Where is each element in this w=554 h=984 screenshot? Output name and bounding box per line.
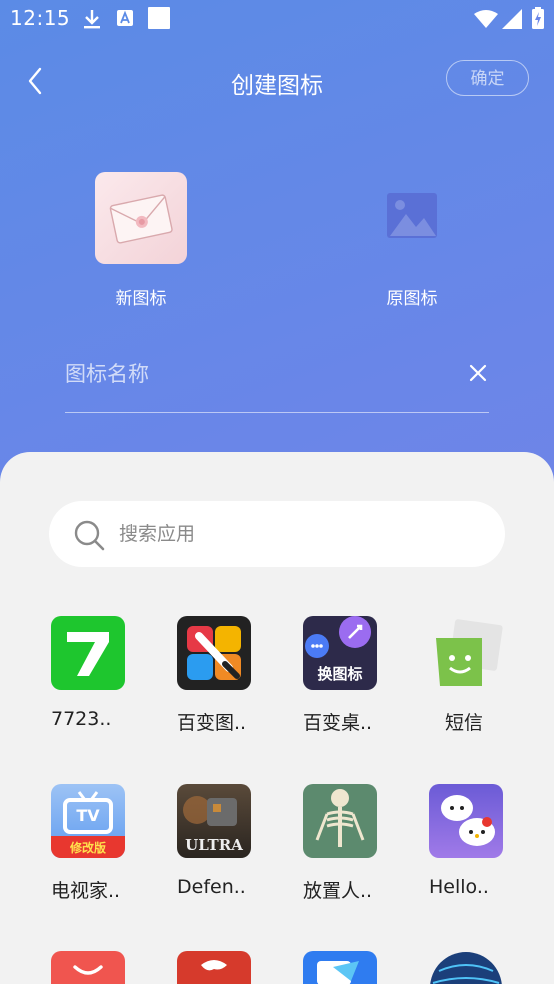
app-label: 百变桌.. (303, 712, 373, 734)
globe-app-icon (429, 951, 503, 984)
clear-icon[interactable] (467, 362, 489, 384)
app-item[interactable]: TV 修改版 电视家.. (51, 784, 161, 903)
app-item[interactable]: 百变图.. (177, 616, 287, 735)
signal-icon (502, 9, 522, 29)
icon-name-field (65, 352, 489, 413)
battery-icon (532, 7, 544, 29)
app-item[interactable] (177, 951, 287, 984)
app-item[interactable]: 短信 (430, 616, 540, 735)
new-icon-preview[interactable]: 新图标 (61, 172, 221, 309)
app-item[interactable]: 换图标 百变桌.. (303, 616, 413, 735)
app-item[interactable] (51, 951, 161, 984)
app-icon-badge: 修改版 (69, 841, 106, 855)
square-icon (148, 7, 170, 29)
app-label: 放置人.. (303, 880, 373, 902)
skeleton-app-icon (303, 784, 377, 858)
app-item[interactable]: 放置人.. (303, 784, 413, 903)
header: 创建图标 确定 (0, 56, 554, 106)
app-label: 百变图.. (177, 712, 247, 734)
app-icon-text: ULTRA (185, 836, 243, 854)
app-item[interactable]: 7723.. (51, 616, 161, 730)
app-item[interactable]: ULTRA Defen.. (177, 784, 287, 898)
image-placeholder-icon (366, 172, 458, 264)
search-icon (74, 520, 105, 551)
confirm-button[interactable]: 确定 (446, 60, 529, 96)
new-icon-label: 新图标 (115, 289, 167, 309)
app-label: 电视家.. (51, 880, 121, 902)
font-icon (117, 10, 133, 26)
icon-name-input[interactable] (65, 352, 445, 396)
app-label: 短信 (445, 712, 484, 734)
app-picker-sheet: 7723.. 百变图.. 换图标 百变桌.. (0, 452, 554, 984)
blue-app-icon (303, 951, 377, 984)
app-label: 7723.. (51, 708, 112, 730)
app-icon-text: TV (76, 806, 100, 825)
app-item[interactable]: Hello.. (429, 784, 539, 898)
wifi-icon (474, 10, 498, 28)
red-smile-app-icon (51, 951, 125, 984)
app-label: Defen.. (177, 876, 246, 898)
hello-kitty-app-icon (429, 784, 503, 858)
download-icon (84, 10, 100, 29)
app-item[interactable] (303, 951, 413, 984)
change-icon-app-icon: 换图标 (303, 616, 377, 690)
7723-app-icon (51, 616, 125, 690)
brush-app-icon (177, 616, 251, 690)
app-icon-text: 换图标 (317, 665, 363, 683)
original-icon-label: 原图标 (386, 289, 438, 309)
original-icon-preview[interactable]: 原图标 (332, 172, 492, 309)
tv-app-icon: TV 修改版 (51, 784, 125, 858)
search-bar (49, 501, 505, 567)
status-bar: 12:15 (0, 0, 554, 40)
app-item[interactable] (429, 951, 539, 984)
defense-game-icon: ULTRA (177, 784, 251, 858)
search-input[interactable] (119, 501, 479, 567)
app-label: Hello.. (429, 876, 489, 898)
envelope-icon[interactable] (95, 172, 187, 264)
sms-app-icon (430, 616, 504, 690)
red-dragon-app-icon (177, 951, 251, 984)
status-time: 12:15 (10, 6, 71, 30)
